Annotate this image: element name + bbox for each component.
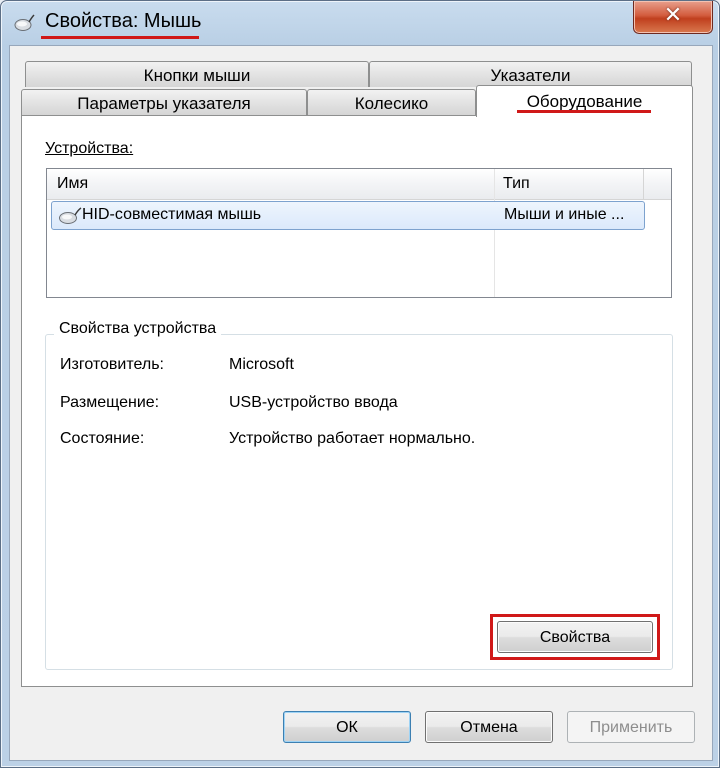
cancel-button[interactable]: Отмена — [425, 711, 553, 743]
status-label: Состояние: — [60, 430, 145, 447]
close-button[interactable]: ✕ — [633, 1, 713, 34]
location-value: USB-устройство ввода — [229, 394, 398, 411]
tab-pointers[interactable]: Указатели — [369, 61, 692, 87]
tab-highlight-underline — [517, 110, 651, 113]
device-type: Мыши и иные ... — [504, 206, 625, 223]
tab-mouse-buttons[interactable]: Кнопки мыши — [25, 61, 369, 87]
title-highlight-underline — [41, 36, 199, 39]
column-header-type[interactable]: Тип — [503, 175, 530, 193]
mouse-icon — [59, 207, 82, 224]
title-bar[interactable]: Свойства: Мышь ✕ — [1, 1, 719, 45]
devices-list-header: Имя Тип — [47, 169, 671, 200]
manufacturer-label: Изготовитель: — [60, 356, 164, 373]
devices-label: Устройства: — [45, 140, 133, 158]
device-properties-button[interactable]: Свойства — [497, 621, 653, 653]
mouse-icon — [14, 14, 35, 31]
devices-label-text: Устройства: — [45, 140, 134, 157]
apply-button[interactable]: Применить — [567, 711, 695, 743]
column-divider — [643, 169, 644, 199]
tab-wheel[interactable]: Колесико — [307, 89, 476, 115]
device-row[interactable]: HID-совместимая мышь Мыши и иные ... — [51, 201, 645, 230]
close-icon: ✕ — [663, 2, 683, 27]
device-properties-title: Свойства устройства — [54, 320, 222, 338]
tab-pointer-options[interactable]: Параметры указателя — [21, 89, 307, 115]
status-value: Устройство работает нормально. — [229, 430, 476, 447]
manufacturer-value: Microsoft — [229, 356, 294, 373]
device-properties-button-label: Свойства — [539, 629, 611, 646]
ok-button[interactable]: ОК — [283, 711, 411, 743]
location-label: Размещение: — [60, 394, 160, 411]
device-name: HID-совместимая мышь — [82, 206, 262, 223]
column-header-name[interactable]: Имя — [57, 175, 88, 193]
column-divider — [494, 169, 495, 297]
window-title: Свойства: Мышь — [45, 10, 202, 32]
devices-list[interactable]: Имя Тип HID-совместимая мышь Мыши и иные… — [46, 168, 672, 298]
